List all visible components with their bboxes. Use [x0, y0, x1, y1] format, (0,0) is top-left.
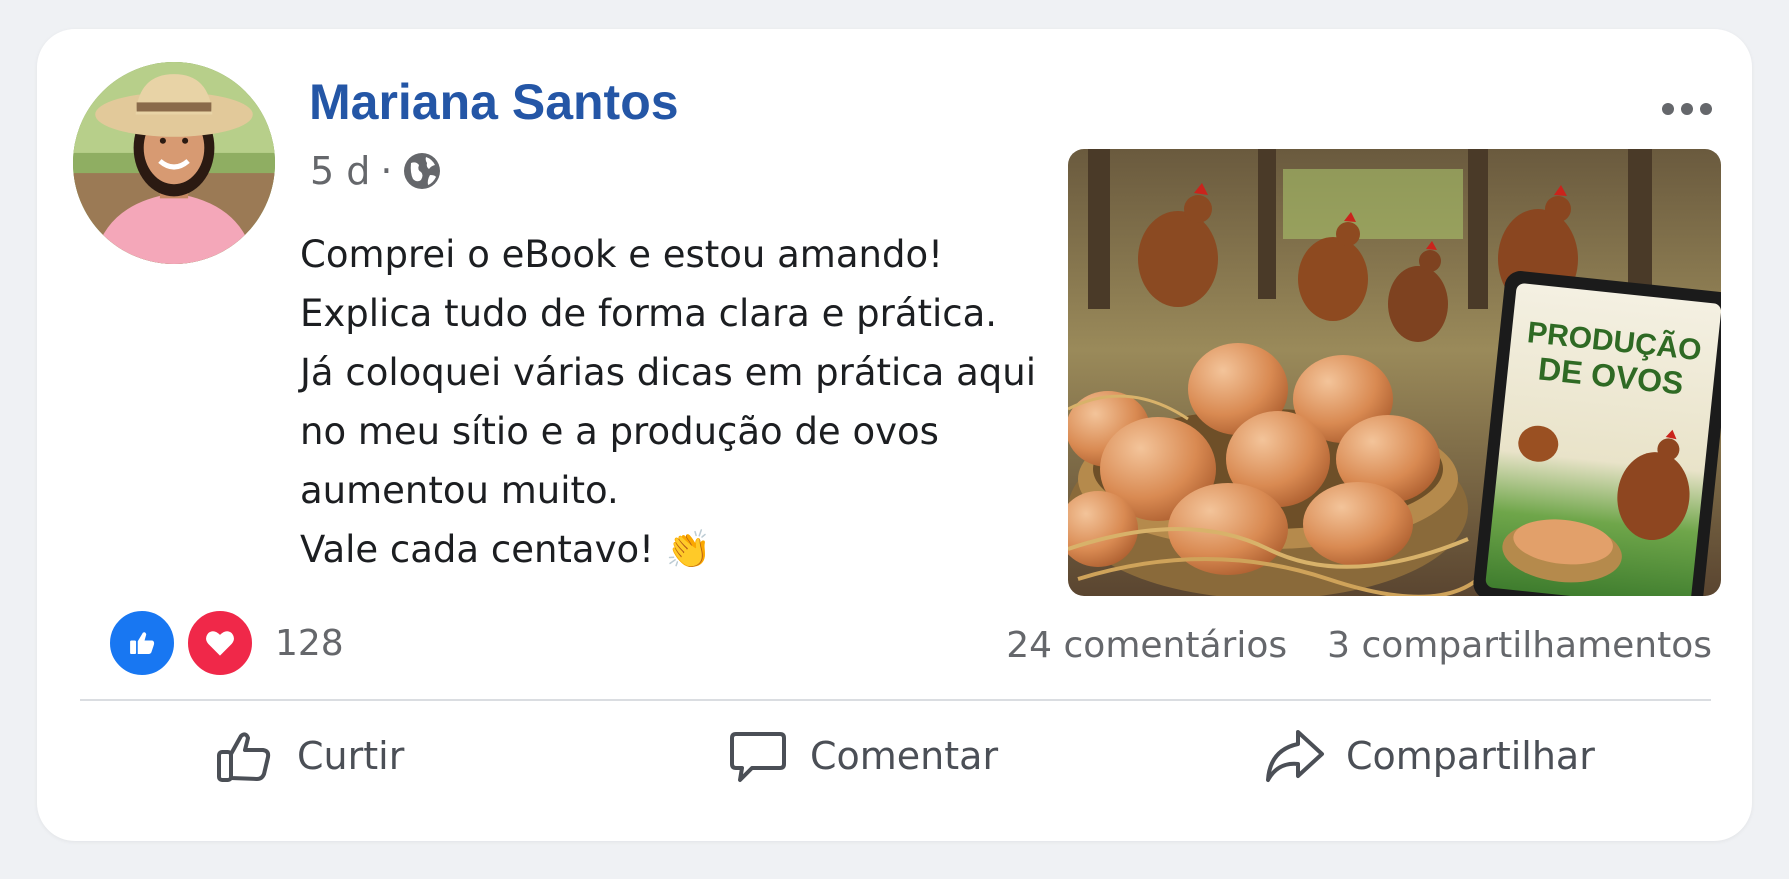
post-text-line: Vale cada centavo! 👏	[300, 528, 712, 571]
avatar-photo	[73, 62, 275, 264]
post-image[interactable]: PRODUÇÃO DE OVOS	[1068, 149, 1721, 596]
divider	[80, 699, 1711, 701]
meta-separator: ·	[380, 149, 393, 193]
post-card: Mariana Santos 5 d · Comprei o eBook e e…	[37, 29, 1752, 841]
comment-icon	[730, 732, 786, 782]
post-stats: 24 comentários 3 compartilhamentos	[1006, 625, 1712, 666]
more-dot-icon	[1681, 103, 1693, 115]
globe-icon	[402, 151, 442, 191]
heart-icon	[206, 631, 234, 656]
share-button[interactable]: Compartilhar	[1262, 724, 1595, 788]
post-text-line: aumentou muito.	[300, 469, 619, 512]
comments-count-link[interactable]: 24 comentários	[1006, 625, 1287, 666]
share-arrow-icon	[1266, 730, 1324, 782]
post-text: Comprei o eBook e estou amando! Explica …	[300, 225, 1090, 579]
eggs-basket-ebook-photo: PRODUÇÃO DE OVOS	[1068, 149, 1721, 596]
reactions-summary[interactable]: 128	[107, 608, 344, 678]
more-options-button[interactable]	[1652, 92, 1722, 126]
like-reaction-badge	[107, 608, 177, 678]
more-dot-icon	[1700, 103, 1712, 115]
post-text-line: Explica tudo de forma clara e prática.	[300, 292, 998, 335]
like-icon	[130, 632, 155, 655]
shares-count-link[interactable]: 3 compartilhamentos	[1327, 625, 1712, 666]
comment-button[interactable]: Comentar	[726, 724, 998, 788]
post-text-line: Já coloquei várias dicas em prática aqui	[300, 351, 1036, 394]
post-text-line: no meu sítio e a produção de ovos	[300, 410, 939, 453]
like-label: Curtir	[297, 734, 405, 778]
comment-label: Comentar	[810, 734, 999, 778]
post-time[interactable]: 5 d	[310, 149, 370, 193]
more-dot-icon	[1662, 103, 1674, 115]
like-button[interactable]: Curtir	[213, 724, 404, 788]
post-meta: 5 d ·	[310, 149, 442, 193]
thumbs-up-icon	[217, 732, 271, 782]
reaction-count: 128	[275, 622, 344, 664]
share-label: Compartilhar	[1346, 734, 1595, 778]
post-text-line: Comprei o eBook e estou amando!	[300, 233, 943, 276]
author-name[interactable]: Mariana Santos	[309, 73, 679, 131]
avatar[interactable]	[73, 62, 275, 264]
love-reaction-badge	[185, 608, 255, 678]
